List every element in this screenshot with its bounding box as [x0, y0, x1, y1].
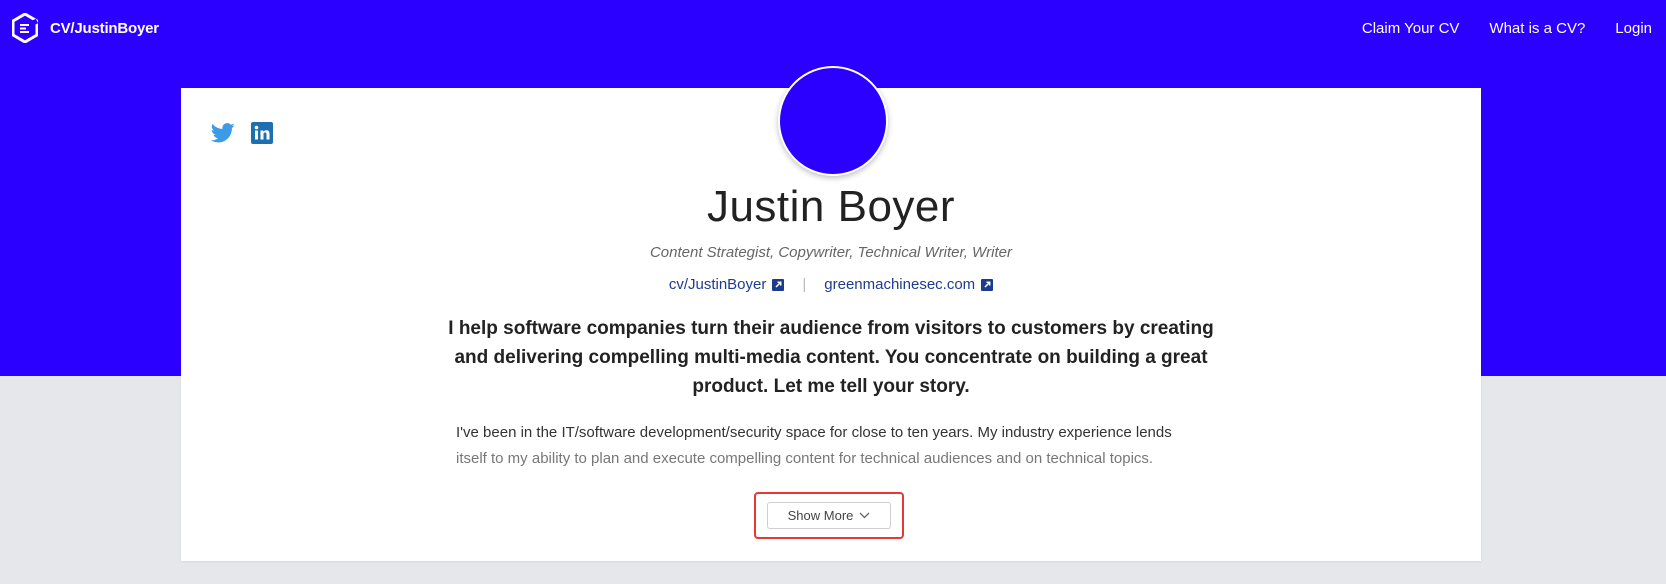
linkedin-icon [251, 122, 273, 144]
show-more-button[interactable]: Show More [767, 502, 891, 529]
profile-bio: I've been in the IT/software development… [456, 420, 1216, 472]
profile-tagline: Content Strategist, Copywriter, Technica… [649, 244, 1013, 261]
nav-login[interactable]: Login [1615, 20, 1652, 37]
website-link[interactable]: greenmachinesec.com [824, 276, 994, 293]
twitter-link[interactable] [210, 123, 235, 143]
top-navigation: CV/JustinBoyer Claim Your CV What is a C… [0, 0, 1666, 56]
brand-link[interactable]: CV/JustinBoyer [12, 13, 159, 43]
cv-logo-icon [12, 13, 38, 43]
cv-link[interactable]: cv/JustinBoyer [669, 276, 785, 293]
external-link-icon [772, 278, 785, 291]
profile-card: Justin Boyer Content Strategist, Copywri… [181, 66, 1481, 561]
avatar [778, 66, 888, 176]
profile-headline: I help software companies turn their aud… [448, 318, 1214, 397]
brand-name: CV/JustinBoyer [50, 19, 159, 37]
profile-links: cv/JustinBoyer | greenmachinesec.com [181, 276, 1481, 293]
bio-line: I've been in the IT/software development… [456, 424, 1172, 441]
show-more-highlight: Show More [754, 492, 904, 539]
external-link-icon [981, 278, 994, 291]
website-link-label: greenmachinesec.com [824, 276, 976, 293]
bio-line-faded: itself to my ability to plan and execute… [456, 450, 1154, 467]
nav-links: Claim Your CV What is a CV? Login [1362, 20, 1652, 37]
twitter-icon [210, 123, 235, 143]
nav-claim-cv[interactable]: Claim Your CV [1362, 20, 1460, 37]
cv-link-label: cv/JustinBoyer [668, 276, 767, 293]
show-more-label: Show More [787, 508, 854, 523]
links-separator: | [802, 276, 807, 293]
profile-name: Justin Boyer [706, 182, 956, 231]
chevron-down-icon [859, 512, 870, 519]
nav-what-is-cv[interactable]: What is a CV? [1489, 20, 1585, 37]
social-links [210, 122, 273, 144]
linkedin-link[interactable] [251, 122, 273, 144]
